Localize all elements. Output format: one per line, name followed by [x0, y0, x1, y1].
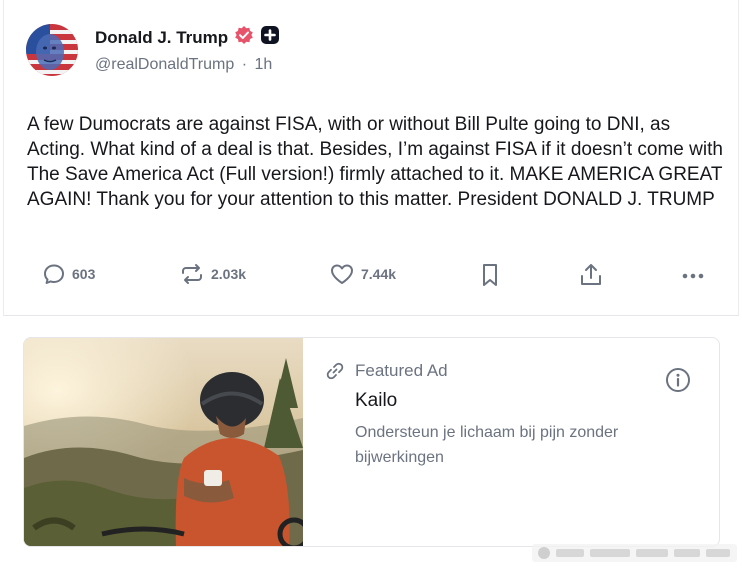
info-icon [666, 368, 690, 392]
like-button[interactable]: 7.44k [329, 262, 396, 286]
ad-image[interactable] [24, 338, 303, 547]
share-icon [581, 264, 601, 285]
reply-icon [44, 264, 64, 284]
featured-ad-label: Featured Ad [355, 361, 448, 380]
reply-button[interactable]: 603 [42, 262, 95, 286]
author-name[interactable]: Donald J. Trump [95, 28, 228, 48]
post-time[interactable]: 1h [255, 56, 273, 73]
more-icon [682, 273, 704, 279]
author-handle[interactable]: @realDonaldTrump [95, 56, 234, 73]
more-button[interactable] [680, 266, 706, 286]
verified-badge-icon [234, 25, 254, 50]
avatar[interactable] [26, 24, 78, 76]
plus-badge-icon [260, 25, 280, 50]
ad-description: Ondersteun je lichaam bij pijn zonder bi… [355, 424, 619, 466]
ad-info-button[interactable] [665, 367, 691, 393]
retruth-count: 2.03k [211, 266, 247, 282]
like-icon [331, 264, 353, 284]
bookmark-button[interactable] [478, 262, 502, 288]
like-count: 7.44k [361, 266, 397, 282]
link-icon [326, 362, 344, 380]
action-bar: 603 2.03k 7.44k [4, 262, 740, 292]
featured-ad-card[interactable]: Featured Ad Kailo Ondersteun je lichaam … [23, 337, 720, 547]
author-row: Donald J. Trump [95, 25, 280, 50]
bookmark-icon [483, 264, 497, 286]
post-card[interactable]: Donald J. Trump @realDonaldTrump · 1h A … [3, 0, 739, 316]
ad-title[interactable]: Kailo [355, 390, 397, 412]
avatar-image [26, 24, 78, 76]
retruth-button[interactable]: 2.03k [179, 262, 246, 286]
ad-label-row: Featured Ad [324, 360, 448, 382]
retruth-icon [182, 264, 202, 284]
reply-count: 603 [72, 266, 96, 282]
post-text: A few Dumocrats are against FISA, with o… [27, 114, 723, 210]
watermark-graphic [532, 544, 737, 562]
handle-row: @realDonaldTrump · 1h [95, 56, 272, 74]
separator-dot: · [241, 56, 248, 73]
share-button[interactable] [578, 262, 604, 288]
